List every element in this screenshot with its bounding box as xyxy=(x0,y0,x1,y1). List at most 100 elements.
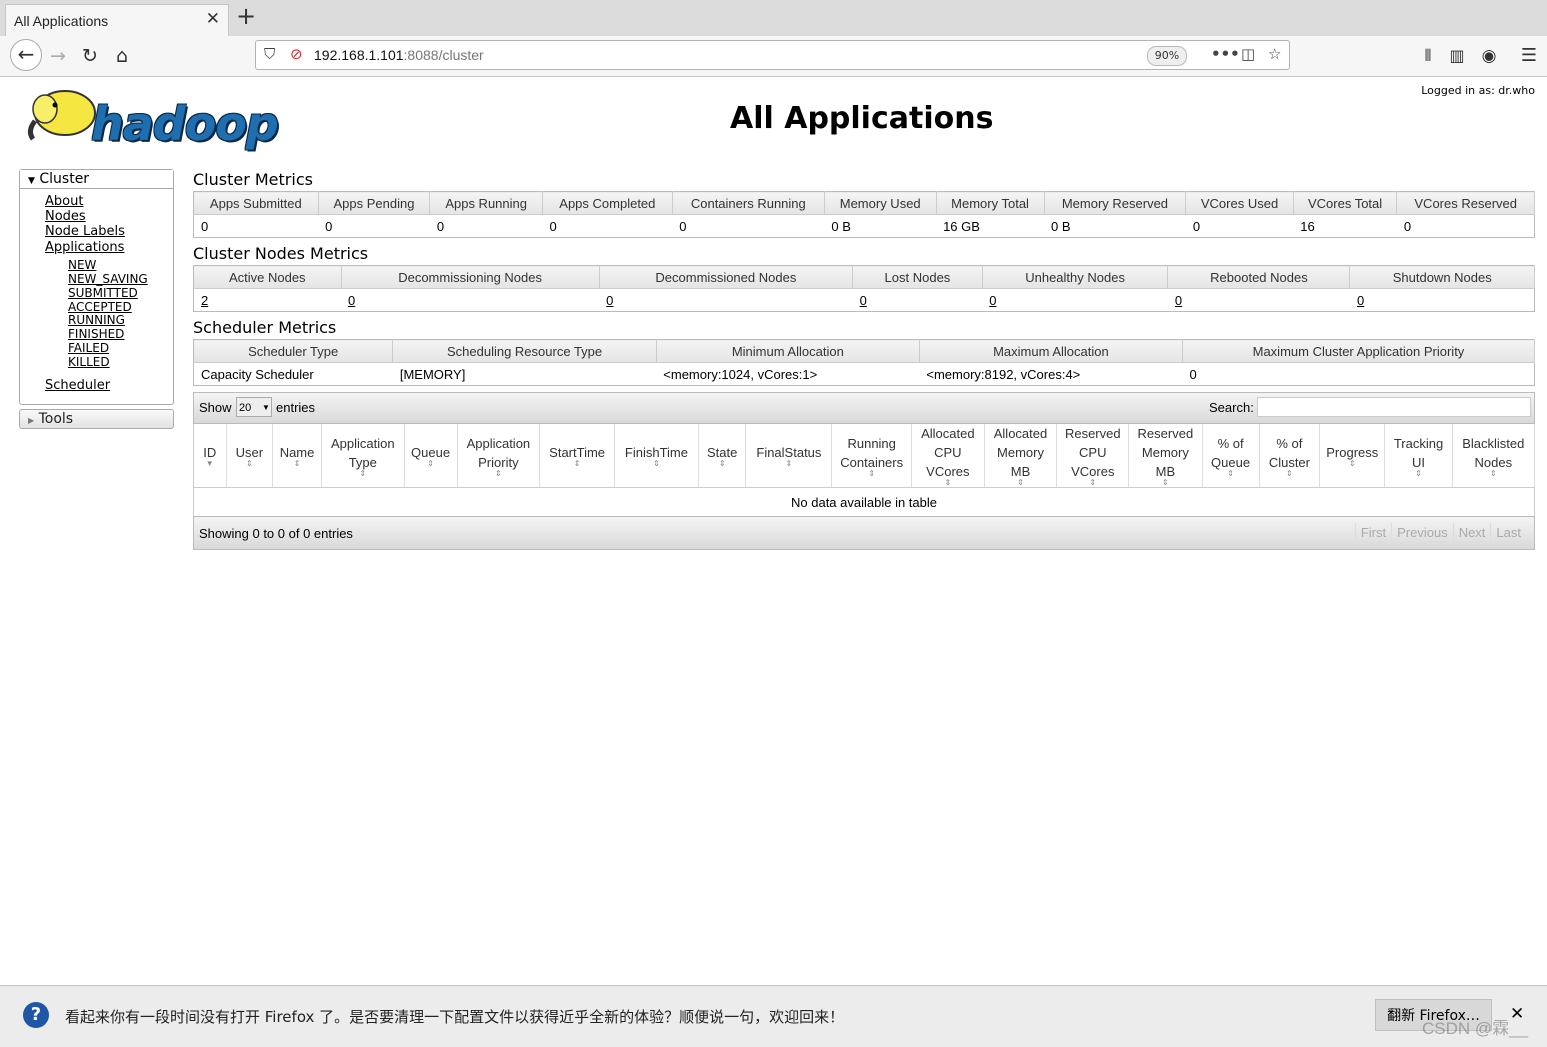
sidebar-state-killed[interactable]: KILLED xyxy=(68,355,110,369)
column-header-reserved-memory-mb[interactable]: Reserved Memory MB ⇕ xyxy=(1128,424,1203,488)
insecure-lock-icon[interactable]: ⊘ xyxy=(290,45,303,63)
watermark: CSDN @霖__ xyxy=(1422,1019,1529,1038)
applications-table: ID ▼ User ⇕ Name ⇕ Application Type ⇕ Queue ⇕ Appl… xyxy=(193,424,1536,516)
page-actions-icon[interactable]: ••• xyxy=(1211,45,1240,63)
column-header-of-cluster[interactable]: % of Cluster ⇕ xyxy=(1259,424,1321,488)
column-header-starttime[interactable]: StartTime ⇕ xyxy=(539,424,615,488)
tab-all-applications[interactable]: All Applications ✕ xyxy=(5,4,229,36)
nav-bar: ← → ↻ ⌂ ⛉ ⊘ 192.168.1.101:8088/cluster 9… xyxy=(0,36,1547,77)
rebooted-nodes-link[interactable]: 0 xyxy=(1175,293,1182,308)
pocket-icon[interactable]: ◫ xyxy=(1241,45,1255,63)
scheduler-metrics-title: Scheduler Metrics xyxy=(193,318,337,337)
metric-value: 0 B xyxy=(1044,214,1186,238)
column-header-running-containers[interactable]: Running Containers ⇕ xyxy=(831,424,913,488)
bookmark-star-icon[interactable]: ☆ xyxy=(1268,45,1281,63)
decommissioned-nodes-link[interactable]: 0 xyxy=(606,293,613,308)
column-header-state[interactable]: State ⇕ xyxy=(698,424,747,488)
reload-icon[interactable]: ↻ xyxy=(76,43,104,71)
sort-icon: ⇕ xyxy=(868,468,876,478)
sidebar-link-scheduler[interactable]: Scheduler xyxy=(45,378,110,393)
sidebar-state-accepted[interactable]: ACCEPTED xyxy=(68,300,132,314)
library-icon[interactable]: ⫴ xyxy=(1414,43,1442,71)
menu-icon[interactable]: ☰ xyxy=(1515,43,1543,71)
metric-value: 0 xyxy=(193,214,319,238)
sort-icon: ⇕ xyxy=(1089,478,1097,487)
pager-last[interactable]: Last xyxy=(1490,523,1526,542)
metric-value: 16 xyxy=(1293,214,1397,238)
sort-icon: ⇕ xyxy=(1348,459,1356,468)
column-header-of-queue[interactable]: % of Queue ⇕ xyxy=(1202,424,1260,488)
column-header-blacklisted-nodes[interactable]: Blacklisted Nodes ⇕ xyxy=(1452,424,1536,488)
forward-arrow-icon[interactable]: → xyxy=(44,43,72,71)
applications-table-header: ID ▼ User ⇕ Name ⇕ Application Type ⇕ Queue ⇕ Appl… xyxy=(193,424,1536,488)
metric-header: Apps Submitted xyxy=(193,191,319,215)
chevron-down-icon: ▼ xyxy=(262,403,270,412)
sidebar-link-about[interactable]: About xyxy=(45,194,83,209)
metric-header: Scheduling Resource Type xyxy=(392,339,657,363)
back-arrow-icon[interactable]: ← xyxy=(10,39,42,71)
column-header-finalstatus[interactable]: FinalStatus ⇕ xyxy=(745,424,833,488)
page-size-select[interactable]: 20 ▼ xyxy=(236,397,272,417)
pager-previous[interactable]: Previous xyxy=(1391,523,1453,542)
sidebar-state-new[interactable]: NEW xyxy=(68,258,96,272)
search-label: Search: xyxy=(1209,400,1254,415)
account-icon[interactable]: ◉ xyxy=(1475,43,1503,71)
active-nodes-link[interactable]: 2 xyxy=(201,293,208,308)
sidebar-link-nodes[interactable]: Nodes xyxy=(45,209,86,224)
metric-value: Capacity Scheduler xyxy=(193,362,393,386)
column-header-tracking-ui[interactable]: Tracking UI ⇕ xyxy=(1384,424,1453,488)
metric-value: 0 xyxy=(672,214,825,238)
column-header-allocated-cpu-vcores[interactable]: Allocated CPU VCores ⇕ xyxy=(911,424,985,488)
home-icon[interactable]: ⌂ xyxy=(108,43,136,71)
pager-next[interactable]: Next xyxy=(1452,523,1491,542)
metric-value: 0 xyxy=(1396,214,1535,238)
url-bar[interactable]: ⛉ ⊘ 192.168.1.101:8088/cluster 90% ••• ◫… xyxy=(255,40,1290,70)
sort-icon: ⇕ xyxy=(245,459,253,468)
sidebar-state-failed[interactable]: FAILED xyxy=(68,341,109,355)
column-header-user[interactable]: User ⇕ xyxy=(226,424,274,488)
sidebar-link-applications[interactable]: Applications xyxy=(45,240,124,255)
lost-nodes-link[interactable]: 0 xyxy=(860,293,867,308)
metric-value: 0 xyxy=(1182,362,1535,386)
column-header-queue[interactable]: Queue ⇕ xyxy=(404,424,458,488)
search-input[interactable] xyxy=(1257,397,1531,417)
zoom-level[interactable]: 90% xyxy=(1147,46,1187,66)
metric-header: Minimum Allocation xyxy=(656,339,920,363)
sort-icon: ⇕ xyxy=(293,459,301,468)
hadoop-logo[interactable]: hadoop xyxy=(91,97,279,151)
scheduler-metrics-table: Scheduler Type Scheduling Resource Type … xyxy=(193,339,1536,386)
url-text[interactable]: 192.168.1.101:8088/cluster xyxy=(314,47,484,63)
tools-panel-header[interactable]: ▶ Tools xyxy=(19,409,174,429)
decommissioning-nodes-link[interactable]: 0 xyxy=(348,293,355,308)
logged-in-user: Logged in as: dr.who xyxy=(1421,84,1535,97)
column-header-progress[interactable]: Progress ⇕ xyxy=(1319,424,1386,488)
column-header-application-type[interactable]: Application Type ⇕ xyxy=(321,424,405,488)
column-header-id[interactable]: ID ▼ xyxy=(193,424,227,488)
sort-icon: ⇕ xyxy=(944,478,952,487)
sidebar-state-new-saving[interactable]: NEW_SAVING xyxy=(68,272,148,286)
new-tab-icon[interactable]: + xyxy=(236,2,256,30)
sidebar-state-submitted[interactable]: SUBMITTED xyxy=(68,286,138,300)
sidebar-link-node-labels[interactable]: Node Labels xyxy=(45,224,125,239)
metric-value: 0 B xyxy=(824,214,937,238)
column-header-application-priority[interactable]: Application Priority ⇕ xyxy=(457,424,541,488)
metric-value: [MEMORY] xyxy=(392,362,657,386)
page-title: All Applications xyxy=(730,101,994,136)
shutdown-nodes-link[interactable]: 0 xyxy=(1357,293,1364,308)
column-header-finishtime[interactable]: FinishTime ⇕ xyxy=(614,424,699,488)
cluster-panel-header[interactable]: ▼ Cluster xyxy=(20,170,173,189)
shield-icon[interactable]: ⛉ xyxy=(264,45,275,63)
sidebar-icon[interactable]: ▥ xyxy=(1443,43,1471,71)
column-header-reserved-cpu-vcores[interactable]: Reserved CPU VCores ⇕ xyxy=(1056,424,1130,488)
sidebar-state-running[interactable]: RUNNING xyxy=(68,313,125,327)
metric-header: Decommissioned Nodes xyxy=(599,265,854,289)
metric-header: Rebooted Nodes xyxy=(1167,265,1351,289)
column-header-name[interactable]: Name ⇕ xyxy=(272,424,322,488)
sidebar-state-finished[interactable]: FINISHED xyxy=(68,327,124,341)
column-header-allocated-memory-mb[interactable]: Allocated Memory MB ⇕ xyxy=(984,424,1058,488)
pager-first[interactable]: First xyxy=(1354,523,1391,542)
close-tab-icon[interactable]: ✕ xyxy=(206,9,220,29)
sort-icon: ⇕ xyxy=(1227,468,1234,478)
unhealthy-nodes-link[interactable]: 0 xyxy=(989,293,996,308)
sort-icon: ⇕ xyxy=(1162,478,1169,487)
